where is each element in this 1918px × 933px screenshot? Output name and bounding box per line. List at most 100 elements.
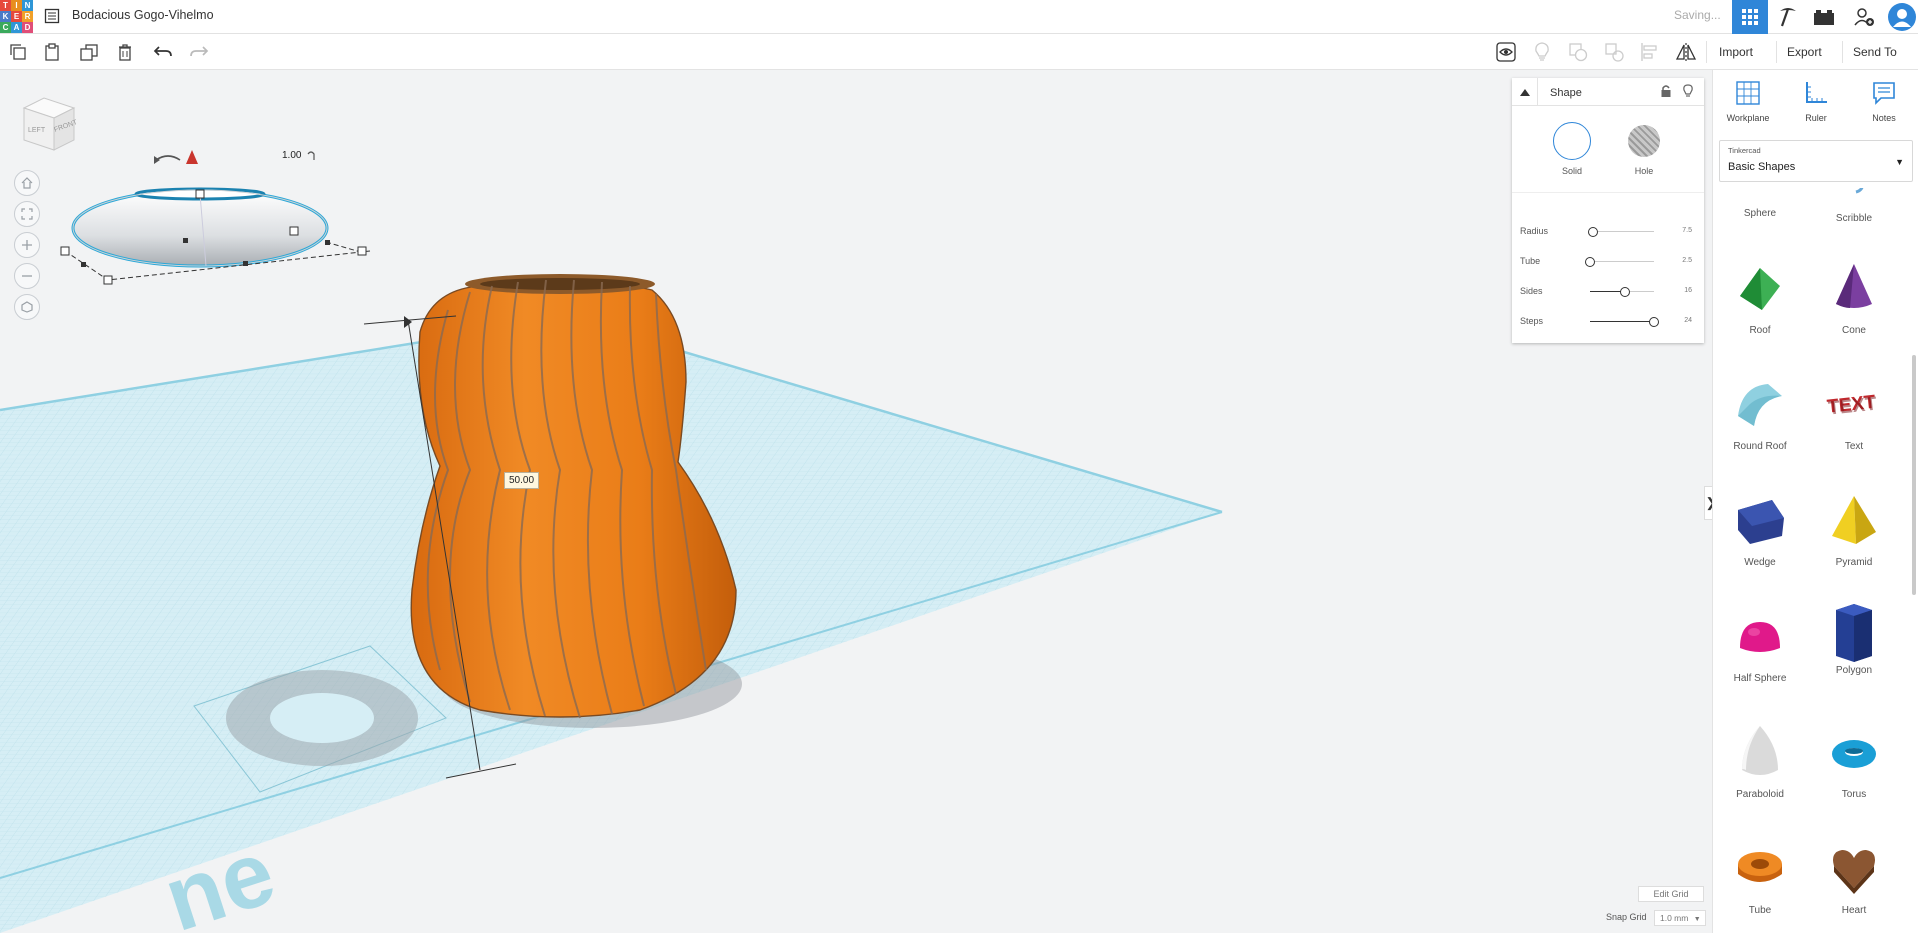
tube-slider[interactable]: Tube 2.5 — [1520, 254, 1696, 270]
shape-wedge[interactable]: Wedge — [1715, 492, 1805, 568]
radius-track[interactable] — [1588, 227, 1654, 237]
design-list-icon[interactable] — [44, 8, 60, 24]
snap-grid-value: 1.0 mm — [1660, 913, 1689, 923]
shape-inspector: Shape Solid Hole Radius 7.5 Tube 2.5 Sid… — [1512, 78, 1704, 343]
height-value-tag[interactable]: 50.00 — [504, 472, 540, 489]
copy-icon[interactable] — [6, 40, 30, 64]
steps-label: Steps — [1520, 316, 1544, 326]
shape-label: Polygon — [1835, 665, 1873, 676]
undo-icon[interactable] — [151, 40, 175, 64]
zoom-in-icon[interactable] — [14, 232, 40, 258]
workplane-tool[interactable]: Workplane — [1713, 80, 1783, 123]
steps-knob[interactable] — [1649, 317, 1659, 327]
sides-slider[interactable]: Sides 16 — [1520, 284, 1696, 300]
rotation-value[interactable]: 1.00 — [282, 150, 301, 161]
light-bulb-icon[interactable] — [1682, 84, 1694, 103]
show-all-icon[interactable] — [1494, 40, 1518, 64]
shape-library-select[interactable]: Tinkercad Basic Shapes ▼ — [1719, 140, 1913, 182]
shape-pyramid[interactable]: Pyramid — [1809, 492, 1899, 568]
tinkercad-logo[interactable]: T I N K E R C A D — [0, 0, 34, 34]
tube-knob[interactable] — [1585, 257, 1595, 267]
duplicate-icon[interactable] — [77, 40, 101, 64]
torus-shape-selected[interactable] — [60, 150, 371, 285]
chevron-down-icon: ▼ — [1895, 157, 1904, 167]
design-title[interactable]: Bodacious Gogo-Vihelmo — [72, 8, 214, 22]
ungroup-icon[interactable] — [1602, 40, 1626, 64]
delete-icon[interactable] — [113, 40, 137, 64]
group-icon[interactable] — [1566, 40, 1590, 64]
zoom-out-icon[interactable] — [14, 263, 40, 289]
3d-viewport[interactable]: ne 1.00 50.00 LEFT FRONT — [0, 70, 1712, 933]
tube-track[interactable] — [1585, 257, 1654, 267]
shape-label: Scribble — [1835, 213, 1873, 224]
radius-knob[interactable] — [1588, 227, 1599, 237]
align-icon[interactable] — [1638, 40, 1662, 64]
paste-icon[interactable] — [40, 40, 64, 64]
shape-round-roof[interactable]: Round Roof — [1715, 376, 1805, 452]
pyramid-icon — [1832, 496, 1876, 544]
pickaxe-icon[interactable] — [1770, 0, 1806, 34]
sides-value[interactable]: 16 — [1684, 287, 1692, 294]
shape-torus[interactable]: Torus — [1809, 724, 1899, 800]
twisted-vase-shape[interactable] — [410, 274, 737, 719]
grid-view-icon[interactable] — [1732, 0, 1768, 34]
perspective-icon[interactable] — [14, 294, 40, 320]
mirror-icon[interactable] — [1674, 40, 1698, 64]
shape-label: Torus — [1841, 789, 1867, 800]
shape-sphere[interactable]: Sphere — [1715, 188, 1805, 219]
polygon-icon — [1836, 604, 1872, 662]
sides-track[interactable] — [1590, 287, 1654, 297]
bricks-icon[interactable] — [1806, 0, 1842, 34]
shape-label: Paraboloid — [1736, 789, 1784, 800]
panel-scrollbar[interactable] — [1912, 355, 1916, 595]
steps-track[interactable] — [1590, 317, 1659, 327]
steps-slider[interactable]: Steps 24 — [1520, 314, 1696, 330]
hole-label: Hole — [1634, 166, 1654, 176]
notes-icon — [1873, 82, 1895, 105]
shape-text[interactable]: TEXT TEXT Text — [1809, 376, 1899, 452]
steps-value[interactable]: 24 — [1684, 317, 1692, 324]
edit-grid-button[interactable]: Edit Grid — [1638, 886, 1704, 902]
shape-polygon[interactable]: Polygon — [1809, 600, 1899, 676]
redo-icon[interactable] — [187, 40, 211, 64]
tinkercad-app: T I N K E R C A D Bodacious Gogo-Vihelmo… — [0, 0, 1918, 933]
view-cube[interactable]: LEFT FRONT — [20, 94, 79, 152]
shape-cone[interactable]: Cone — [1809, 260, 1899, 336]
logo-letter: N — [22, 0, 33, 11]
ruler-tool[interactable]: Ruler — [1781, 80, 1851, 123]
send-to-button[interactable]: Send To — [1842, 41, 1907, 63]
solid-option[interactable]: Solid — [1542, 122, 1602, 176]
hole-swatch[interactable] — [1628, 125, 1660, 157]
logo-letter: E — [11, 11, 22, 22]
shape-roof[interactable]: Roof — [1715, 260, 1805, 336]
fit-view-icon[interactable] — [14, 201, 40, 227]
logo-letter: A — [11, 22, 22, 33]
lock-icon[interactable] — [1660, 84, 1672, 103]
snap-grid-select[interactable]: 1.0 mm ▼ — [1654, 910, 1706, 926]
hole-option[interactable]: Hole — [1614, 122, 1674, 176]
radius-value[interactable]: 7.5 — [1682, 227, 1692, 234]
shape-half-sphere[interactable]: Half Sphere — [1715, 608, 1805, 684]
add-user-icon[interactable] — [1846, 0, 1882, 34]
sides-knob[interactable] — [1620, 287, 1631, 297]
user-avatar[interactable] — [1884, 0, 1918, 34]
round-roof-icon — [1738, 384, 1782, 426]
notes-tool[interactable]: Notes — [1849, 80, 1918, 123]
import-button[interactable]: Import — [1706, 41, 1763, 63]
shape-paraboloid[interactable]: Paraboloid — [1715, 724, 1805, 800]
scene-canvas[interactable]: ne — [0, 70, 1712, 933]
main-toolbar: Import Export Send To — [0, 34, 1918, 70]
shape-tube[interactable]: Tube — [1715, 840, 1805, 916]
logo-letter: C — [0, 22, 11, 33]
light-bulb-icon[interactable] — [1530, 40, 1554, 64]
tube-value[interactable]: 2.5 — [1682, 257, 1692, 264]
solid-swatch[interactable] — [1553, 122, 1591, 160]
radius-slider[interactable]: Radius 7.5 — [1520, 224, 1696, 240]
radius-label: Radius — [1520, 226, 1549, 236]
shape-heart[interactable]: Heart — [1809, 840, 1899, 916]
collapse-icon[interactable] — [1512, 78, 1538, 106]
home-icon[interactable] — [14, 170, 40, 196]
shape-scribble[interactable]: Scribble — [1809, 188, 1899, 224]
export-button[interactable]: Export — [1776, 41, 1832, 63]
steps-fill — [1590, 321, 1654, 322]
